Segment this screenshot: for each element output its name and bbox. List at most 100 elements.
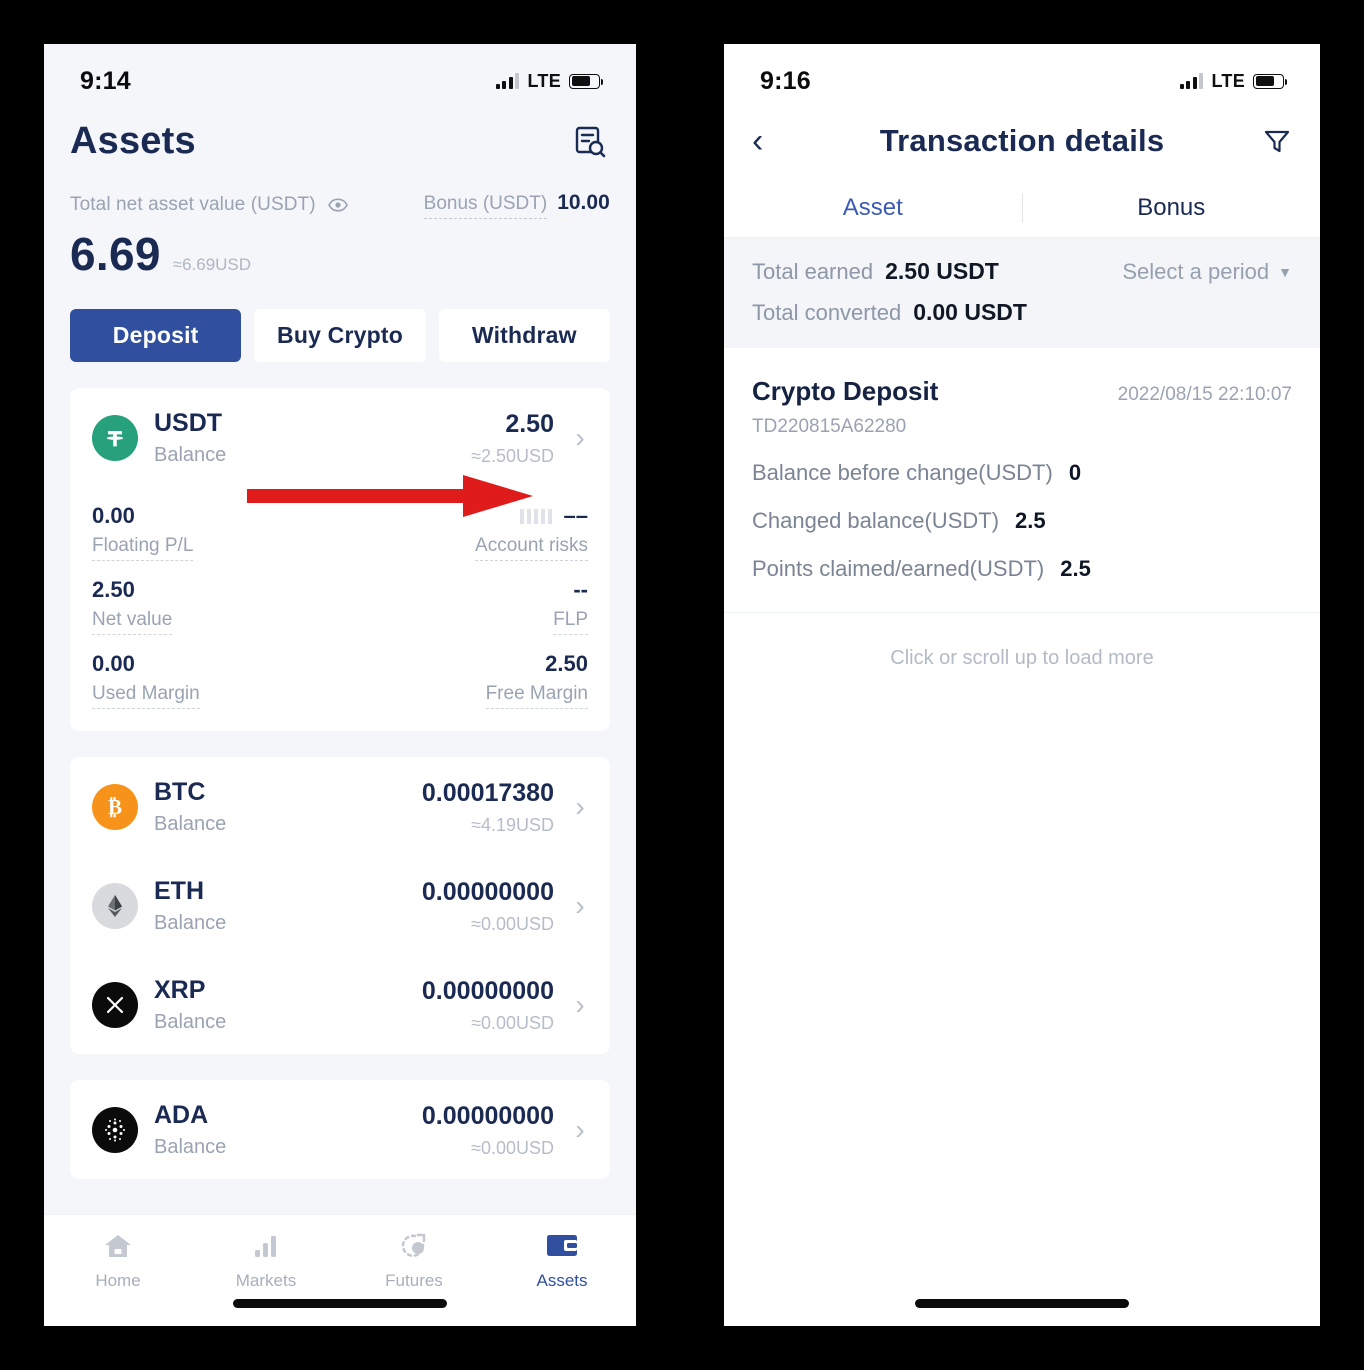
coin-names: ADA Balance: [154, 1100, 226, 1159]
signal-bars-icon: [1179, 73, 1204, 89]
chevron-right-icon[interactable]: ›: [568, 423, 592, 452]
stat-value: 0.00: [92, 503, 135, 528]
coin-amount: 2.50: [505, 409, 554, 438]
stat-value: 2.50: [92, 577, 135, 602]
flp-stat: -- FLP: [553, 577, 588, 635]
list-item[interactable]: ₿ BTC Balance 0.00017380 ≈4.19USD ›: [70, 757, 610, 856]
tether-icon: [92, 414, 138, 461]
total-converted-row: Total converted 0.00 USDT: [752, 299, 1292, 326]
svg-text:₿: ₿: [108, 795, 122, 819]
list-item[interactable]: ADA Balance 0.00000000 ≈0.00USD ›: [70, 1080, 610, 1179]
asset-bonus-tabs: Asset Bonus: [724, 178, 1320, 238]
coin-card-group-2: ADA Balance 0.00000000 ≈0.00USD ›: [70, 1080, 610, 1179]
eye-icon[interactable]: [327, 198, 348, 212]
earnings-summary-panel: Total earned 2.50 USDT Select a period ▼…: [724, 238, 1320, 348]
used-margin-stat: 0.00 Used Margin: [92, 651, 200, 709]
deposit-button[interactable]: Deposit: [70, 309, 242, 362]
total-net-asset-value: 6.69: [70, 228, 161, 280]
ethereum-icon: [92, 882, 138, 929]
coin-names: BTC Balance: [154, 777, 226, 836]
detail-key: Points claimed/earned(USDT): [752, 556, 1045, 581]
page-title: Assets: [70, 120, 196, 162]
cardano-icon: [92, 1106, 138, 1153]
summary-value-row: 6.69 ≈6.69USD: [70, 227, 610, 281]
transaction-id: TD220815A62280: [752, 416, 907, 437]
coin-values: 0.00000000 ≈0.00USD: [422, 877, 554, 935]
net-asset-summary: Total net asset value (USDT) Bonus (USDT…: [44, 169, 636, 281]
coin-symbol: USDT: [154, 409, 223, 437]
chevron-left-icon[interactable]: ‹: [752, 124, 788, 158]
coin-symbol: XRP: [154, 976, 206, 1004]
coin-amount: 0.00000000: [421, 1101, 554, 1130]
free-margin-stat: 2.50 Free Margin: [485, 651, 588, 709]
stat-row: 2.50 Net value -- FLP: [92, 577, 588, 635]
coin-amount: 0.00000000: [421, 976, 554, 1005]
red-arrow-right: [245, 471, 535, 526]
coin-sub-label: Balance: [154, 813, 227, 835]
coin-names: XRP Balance: [154, 975, 226, 1034]
stat-value: 2.50: [545, 651, 588, 676]
futures-icon: [399, 1229, 429, 1263]
total-converted-value: 0.00 USDT: [913, 299, 1027, 325]
chevron-right-icon[interactable]: ›: [568, 990, 592, 1019]
coin-usd-value: ≈0.00USD: [471, 1012, 554, 1033]
list-item[interactable]: ETH Balance 0.00000000 ≈0.00USD ›: [70, 856, 610, 955]
buy-crypto-button[interactable]: Buy Crypto: [254, 309, 426, 362]
load-more-hint[interactable]: Click or scroll up to load more: [724, 613, 1320, 670]
ripple-icon: [92, 981, 138, 1028]
detail-value: 2.5: [1015, 508, 1046, 533]
chevron-right-icon[interactable]: ›: [568, 891, 592, 920]
coin-values: 0.00000000 ≈0.00USD: [422, 976, 554, 1034]
caret-down-icon: ▼: [1278, 263, 1292, 280]
tab-bonus[interactable]: Bonus: [1023, 194, 1321, 222]
battery-icon: [1253, 73, 1287, 89]
stat-label: Net value: [92, 609, 173, 635]
total-net-asset-usd: ≈6.69USD: [172, 255, 252, 274]
stat-label: FLP: [553, 609, 588, 635]
transaction-details-screen: 9:16 LTE ‹ Transaction details Asset Bon…: [724, 44, 1320, 1326]
tab-label: Futures: [385, 1271, 443, 1290]
stat-label: Floating P/L: [92, 535, 194, 561]
tab-home[interactable]: Home: [44, 1229, 192, 1291]
tab-asset[interactable]: Asset: [724, 194, 1022, 222]
coin-amount: 0.00000000: [421, 877, 554, 906]
summary-labels-row: Total net asset value (USDT) Bonus (USDT…: [70, 191, 610, 219]
bonus-value: 10.00: [557, 191, 610, 214]
transaction-entry[interactable]: Crypto Deposit 2022/08/15 22:10:07 TD220…: [724, 348, 1320, 613]
status-time: 9:16: [760, 66, 811, 95]
bottom-tab-bar: Home Markets Futures Assets: [44, 1214, 636, 1326]
transaction-records-search-icon[interactable]: [570, 122, 610, 162]
floating-pl-stat: 0.00 Floating P/L: [92, 503, 194, 561]
tab-markets[interactable]: Markets: [192, 1229, 340, 1291]
select-period-dropdown[interactable]: Select a period ▼: [1122, 259, 1292, 285]
withdraw-button[interactable]: Withdraw: [438, 309, 610, 362]
status-indicators: LTE: [495, 71, 603, 92]
transaction-type: Crypto Deposit: [752, 376, 939, 406]
coin-sub-label: Balance: [154, 444, 227, 466]
coin-usd-value: ≈4.19USD: [471, 814, 554, 835]
list-item[interactable]: XRP Balance 0.00000000 ≈0.00USD ›: [70, 955, 610, 1054]
tab-futures[interactable]: Futures: [340, 1229, 488, 1291]
tab-assets[interactable]: Assets: [488, 1229, 636, 1291]
usdt-stats: 0.00 Floating P/L –– Account risks 2.50 …: [70, 503, 610, 731]
status-indicators: LTE: [1179, 70, 1287, 92]
chevron-right-icon[interactable]: ›: [568, 1115, 592, 1144]
coin-sub-label: Balance: [154, 1011, 227, 1033]
coin-sub-label: Balance: [154, 912, 227, 934]
filter-funnel-icon[interactable]: [1256, 126, 1292, 156]
coin-amount: 0.00017380: [421, 778, 554, 807]
stat-row: 0.00 Used Margin 2.50 Free Margin: [92, 651, 588, 709]
bonus-group[interactable]: Bonus (USDT) 10.00: [423, 191, 610, 219]
network-label: LTE: [1211, 70, 1245, 91]
detail-key: Balance before change(USDT): [752, 460, 1053, 485]
total-earned-value: 2.50 USDT: [885, 258, 999, 284]
stat-label: Account risks: [475, 535, 588, 561]
coin-values: 0.00017380 ≈4.19USD: [422, 778, 554, 836]
coin-values: 0.00000000 ≈0.00USD: [422, 1101, 554, 1159]
home-indicator: [915, 1299, 1129, 1308]
signal-bars-icon: [495, 73, 520, 89]
coin-symbol: BTC: [154, 778, 206, 806]
coin-usd-value: ≈2.50USD: [471, 445, 554, 466]
chevron-right-icon[interactable]: ›: [568, 792, 592, 821]
coin-usd-value: ≈0.00USD: [471, 1137, 554, 1158]
